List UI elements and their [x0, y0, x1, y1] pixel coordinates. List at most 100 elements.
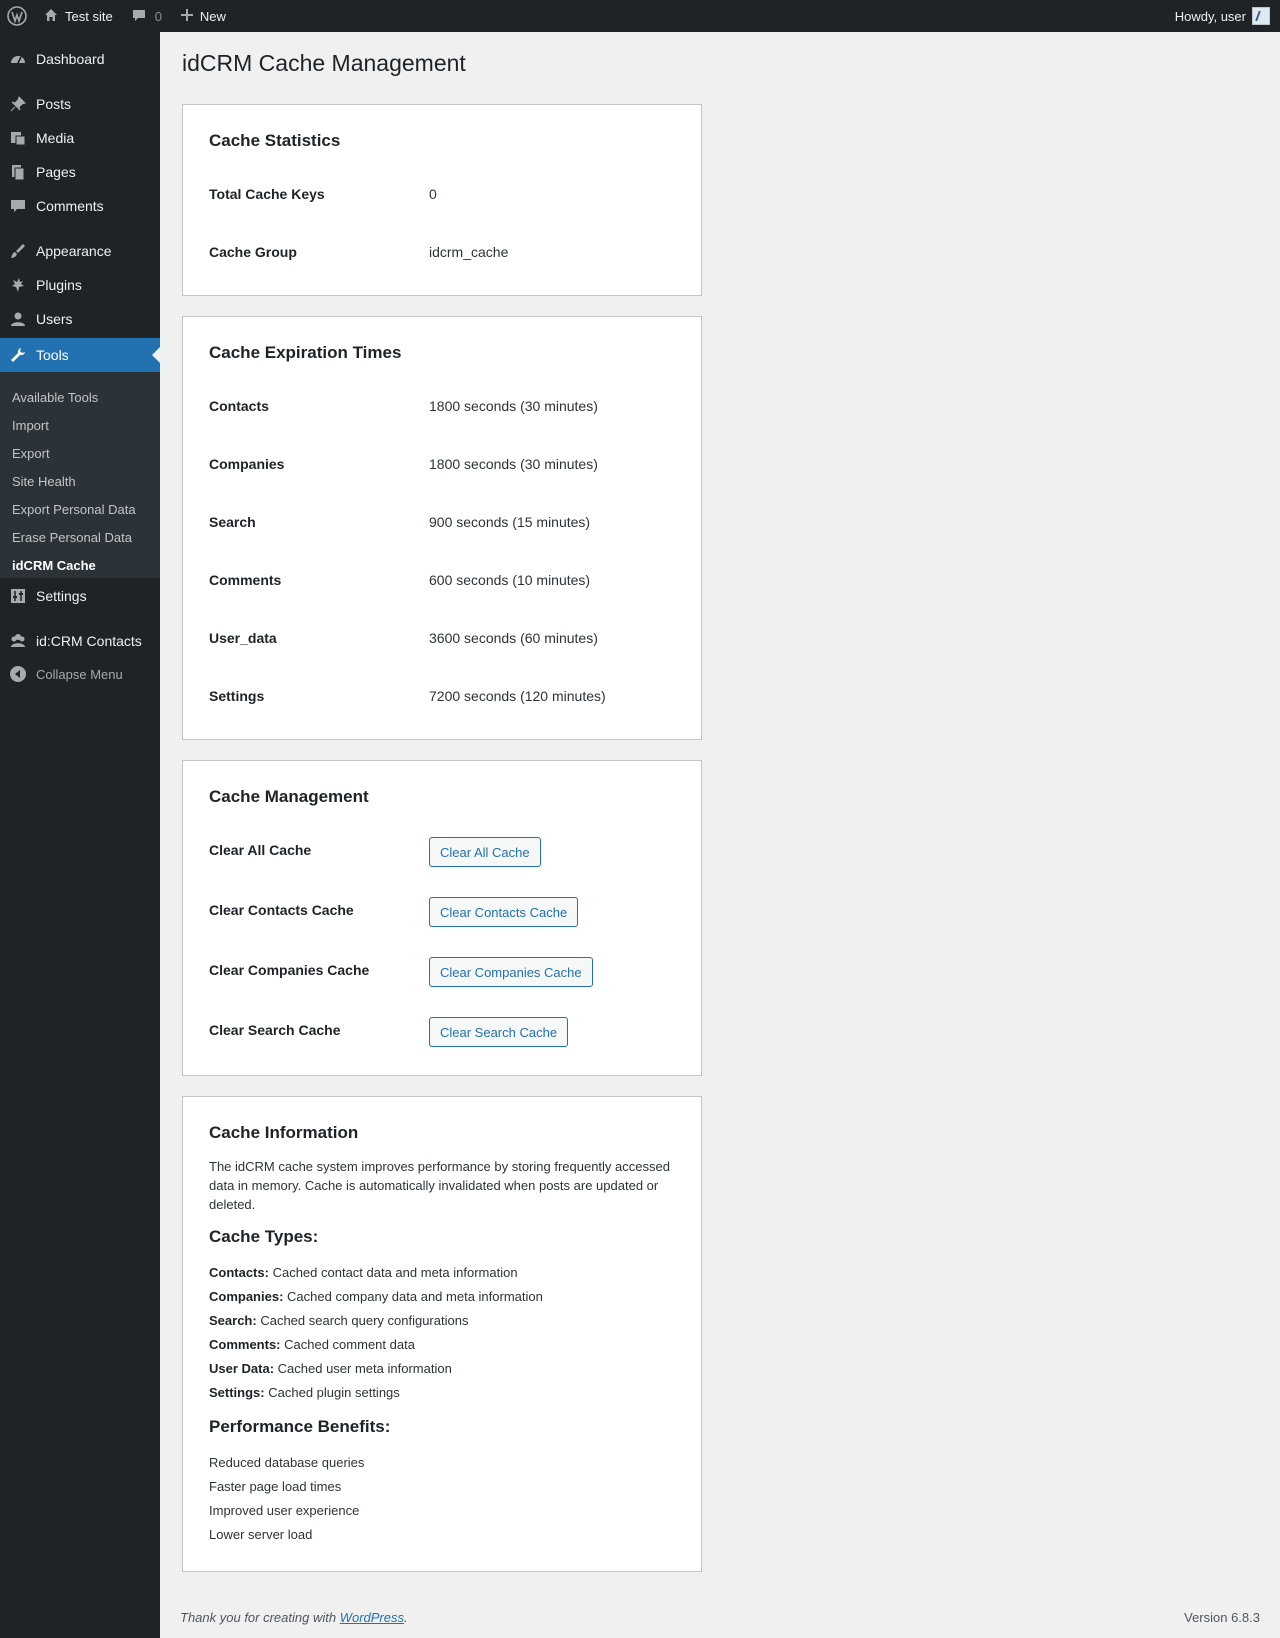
- row-label: Contacts: [209, 398, 269, 414]
- pin-icon: [0, 95, 36, 113]
- comment-icon: [0, 197, 36, 215]
- submenu-item-export[interactable]: Export: [12, 446, 50, 461]
- cache-information-card: Cache Information The idCRM cache system…: [182, 1096, 702, 1572]
- row-value: 1800 seconds (30 minutes): [429, 456, 598, 472]
- cache-type-name: Comments:: [209, 1337, 281, 1352]
- sidebar-item-appearance[interactable]: Appearance: [0, 234, 160, 268]
- sidebar-item-posts[interactable]: Posts: [0, 87, 160, 121]
- new-label: New: [199, 8, 226, 24]
- cache-type-name: Settings:: [209, 1385, 265, 1400]
- benefit-item: Improved user experience: [209, 1503, 360, 1518]
- cache-expiration-card: Cache Expiration Times Contacts 1800 sec…: [182, 316, 702, 740]
- tools-submenu: Available Tools Import Export Site Healt…: [0, 372, 160, 578]
- comments-count: 0: [154, 8, 162, 24]
- admin-sidebar: Dashboard Posts Media Pages Comments App…: [0, 32, 160, 1638]
- row-label: User_data: [209, 630, 277, 646]
- card-heading: Cache Expiration Times: [209, 343, 402, 362]
- cache-type-desc: Cached comment data: [284, 1337, 415, 1352]
- row-value: 1800 seconds (30 minutes): [429, 398, 598, 414]
- benefit-item: Reduced database queries: [209, 1455, 365, 1470]
- row-label: Clear Companies Cache: [209, 962, 370, 978]
- cache-type-desc: Cached contact data and meta information: [272, 1265, 518, 1280]
- clear-search-cache-button[interactable]: Clear Search Cache: [429, 1017, 569, 1047]
- site-name: Test site: [65, 8, 113, 24]
- submenu-item-available-tools[interactable]: Available Tools: [12, 390, 98, 405]
- row-value: 600 seconds (10 minutes): [429, 572, 591, 588]
- sidebar-item-label: Dashboard: [36, 51, 105, 67]
- cache-management-card: Cache Management Clear All Cache Clear A…: [182, 760, 702, 1076]
- page-title: idCRM Cache Management: [182, 50, 466, 76]
- sliders-icon: [0, 587, 36, 605]
- sidebar-item-plugins[interactable]: Plugins: [0, 268, 160, 302]
- sidebar-item-comments[interactable]: Comments: [0, 189, 160, 223]
- sidebar-item-dashboard[interactable]: Dashboard: [0, 42, 160, 76]
- clear-companies-cache-button[interactable]: Clear Companies Cache: [429, 957, 593, 987]
- row-label: Cache Group: [209, 244, 297, 260]
- cache-group-value: idcrm_cache: [429, 244, 509, 260]
- clear-contacts-cache-button[interactable]: Clear Contacts Cache: [429, 897, 579, 927]
- total-cache-keys-value: 0: [429, 186, 437, 202]
- sidebar-item-users[interactable]: Users: [0, 302, 160, 336]
- cache-type-desc: Cached plugin settings: [268, 1385, 400, 1400]
- comments-link[interactable]: 0: [131, 0, 162, 32]
- plus-icon: [180, 8, 194, 25]
- clear-all-cache-button[interactable]: Clear All Cache: [429, 837, 541, 867]
- footer-thanks-prefix: Thank you for creating with: [180, 1610, 340, 1625]
- sidebar-item-idcrm-contacts[interactable]: id:CRM Contacts: [0, 624, 160, 658]
- dashboard-icon: [0, 50, 36, 68]
- sidebar-item-label: Comments: [36, 198, 104, 214]
- collapse-arrow-icon: [0, 665, 36, 683]
- sidebar-item-label: Settings: [36, 588, 87, 604]
- submenu-item-export-personal-data[interactable]: Export Personal Data: [12, 502, 136, 517]
- admin-bar: Test site 0 New Howdy, user: [0, 0, 1280, 32]
- submenu-item-site-health[interactable]: Site Health: [12, 474, 76, 489]
- row-label: Clear Search Cache: [209, 1022, 341, 1038]
- submenu-item-import[interactable]: Import: [12, 418, 49, 433]
- sidebar-item-label: Appearance: [36, 243, 112, 259]
- user-account-menu[interactable]: Howdy, user: [1175, 0, 1270, 32]
- row-label: Comments: [209, 572, 282, 588]
- sidebar-item-label: id:CRM Contacts: [36, 633, 142, 649]
- people-icon: [0, 632, 36, 650]
- sidebar-item-tools[interactable]: Tools: [0, 338, 160, 372]
- sidebar-item-media[interactable]: Media: [0, 121, 160, 155]
- cache-type-item: Contacts: Cached contact data and meta i…: [209, 1265, 518, 1280]
- benefit-item: Faster page load times: [209, 1479, 342, 1494]
- sidebar-item-label: Users: [36, 311, 73, 327]
- site-name-link[interactable]: Test site: [43, 0, 113, 32]
- submenu-item-idcrm-cache[interactable]: idCRM Cache: [12, 558, 96, 573]
- cache-type-item: Companies: Cached company data and meta …: [209, 1289, 543, 1304]
- sidebar-item-label: Media: [36, 130, 75, 146]
- cache-description: The idCRM cache system improves performa…: [209, 1159, 670, 1212]
- sidebar-item-pages[interactable]: Pages: [0, 155, 160, 189]
- row-label: Companies: [209, 456, 285, 472]
- cache-type-desc: Cached search query configurations: [260, 1313, 469, 1328]
- row-value: 900 seconds (15 minutes): [429, 514, 591, 530]
- cache-type-name: User Data:: [209, 1361, 275, 1376]
- cache-type-item: Settings: Cached plugin settings: [209, 1385, 400, 1400]
- plug-icon: [0, 276, 36, 294]
- sidebar-item-label: Plugins: [36, 277, 82, 293]
- row-value: 7200 seconds (120 minutes): [429, 688, 606, 704]
- sidebar-item-label: Pages: [36, 164, 76, 180]
- collapse-menu-button[interactable]: Collapse Menu: [0, 657, 160, 691]
- brush-icon: [0, 242, 36, 260]
- row-label: Clear Contacts Cache: [209, 902, 354, 918]
- collapse-menu-label: Collapse Menu: [36, 666, 123, 682]
- user-icon: [0, 310, 36, 328]
- wordpress-logo-icon[interactable]: [0, 0, 34, 32]
- new-content-link[interactable]: New: [180, 0, 226, 32]
- row-label: Clear All Cache: [209, 842, 312, 858]
- howdy-greeting: Howdy, user: [1174, 8, 1246, 24]
- cache-statistics-card: Cache Statistics Total Cache Keys 0 Cach…: [182, 104, 702, 296]
- submenu-item-erase-personal-data[interactable]: Erase Personal Data: [12, 530, 132, 545]
- wrench-icon: [0, 346, 36, 364]
- pages-icon: [0, 163, 36, 181]
- row-label: Search: [209, 514, 256, 530]
- benefit-item: Lower server load: [209, 1527, 313, 1542]
- sidebar-item-settings[interactable]: Settings: [0, 579, 160, 613]
- cache-type-item: Comments: Cached comment data: [209, 1337, 415, 1352]
- card-heading: Cache Statistics: [209, 131, 341, 150]
- wordpress-link[interactable]: WordPress: [340, 1610, 404, 1625]
- cache-type-item: User Data: Cached user meta information: [209, 1361, 452, 1376]
